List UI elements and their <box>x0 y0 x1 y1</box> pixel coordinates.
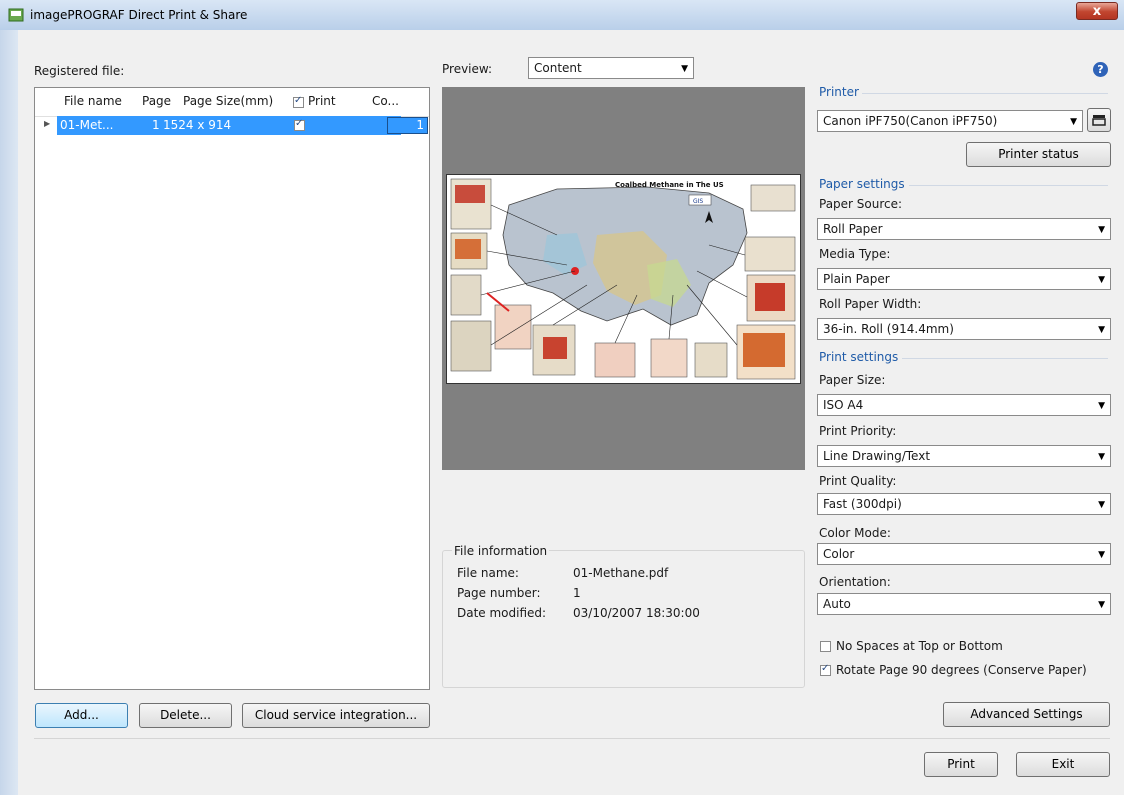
page-cell: 1 <box>152 118 160 132</box>
section-divider <box>862 93 1108 94</box>
list-header: File name Page Page Size(mm) Print Co... <box>35 88 429 117</box>
section-divider <box>909 185 1108 186</box>
svg-text:GIS: GIS <box>693 198 703 205</box>
roll-paper-width-select[interactable]: 36-in. Roll (914.4mm) ▼ <box>817 318 1111 340</box>
rotate-page-label[interactable]: Rotate Page 90 degrees (Conserve Paper) <box>836 663 1087 677</box>
print-quality-label: Print Quality: <box>819 474 897 488</box>
preview-mode-select[interactable]: Content ▼ <box>528 57 694 79</box>
color-mode-value: Color <box>823 547 855 561</box>
chevron-down-icon: ▼ <box>1098 325 1105 335</box>
paper-size-select[interactable]: ISO A4 ▼ <box>817 394 1111 416</box>
window-frame-left <box>0 30 18 795</box>
print-quality-select[interactable]: Fast (300dpi) ▼ <box>817 493 1111 515</box>
table-row[interactable]: 01-Met... 1 1524 x 914 1 <box>57 116 428 135</box>
orientation-label: Orientation: <box>819 575 891 589</box>
paper-source-value: Roll Paper <box>823 222 883 236</box>
chevron-down-icon: ▼ <box>1098 600 1105 610</box>
print-all-checkbox[interactable] <box>293 95 304 108</box>
roll-paper-width-label: Roll Paper Width: <box>819 297 922 311</box>
print-button[interactable]: Print <box>924 752 998 777</box>
printer-section-title: Printer <box>819 85 859 99</box>
preview-map-image: Coalbed Methane in The US GIS <box>446 174 801 384</box>
column-page-size[interactable]: Page Size(mm) <box>183 94 273 108</box>
page-number-label: Page number: <box>457 586 541 600</box>
print-priority-label: Print Priority: <box>819 424 897 438</box>
column-print[interactable]: Print <box>308 94 336 108</box>
row-expand-icon[interactable]: ▶ <box>44 119 50 128</box>
chevron-down-icon: ▼ <box>681 64 688 74</box>
paper-settings-section-title: Paper settings <box>819 177 905 191</box>
page-size-cell: 1524 x 914 <box>163 118 232 132</box>
row-print-checkbox[interactable] <box>294 118 305 131</box>
page-number-value: 1 <box>573 586 581 600</box>
chevron-down-icon: ▼ <box>1098 401 1105 411</box>
print-priority-select[interactable]: Line Drawing/Text ▼ <box>817 445 1111 467</box>
copies-field[interactable]: 1 <box>387 117 428 134</box>
print-settings-section-title: Print settings <box>819 350 899 364</box>
delete-button[interactable]: Delete... <box>139 703 232 728</box>
media-type-select[interactable]: Plain Paper ▼ <box>817 268 1111 290</box>
chevron-down-icon: ▼ <box>1098 225 1105 235</box>
roll-paper-width-value: 36-in. Roll (914.4mm) <box>823 322 954 336</box>
add-button[interactable]: Add... <box>35 703 128 728</box>
rotate-page-checkbox[interactable] <box>820 663 831 676</box>
no-spaces-checkbox[interactable] <box>820 641 831 652</box>
title-bar: imagePROGRAF Direct Print & Share <box>0 0 1124 31</box>
close-button[interactable]: x <box>1076 2 1118 20</box>
paper-size-value: ISO A4 <box>823 398 864 412</box>
no-spaces-label[interactable]: No Spaces at Top or Bottom <box>836 639 1003 653</box>
cloud-service-button[interactable]: Cloud service integration... <box>242 703 430 728</box>
window-title: imagePROGRAF Direct Print & Share <box>30 8 248 22</box>
registered-file-label: Registered file: <box>34 64 125 78</box>
printer-status-button[interactable]: Printer status <box>966 142 1111 167</box>
file-information-title: File information <box>452 544 550 558</box>
media-type-label: Media Type: <box>819 247 891 261</box>
footer-divider <box>34 738 1110 739</box>
advanced-settings-button[interactable]: Advanced Settings <box>943 702 1110 727</box>
file-name-label: File name: <box>457 566 519 580</box>
printer-value: Canon iPF750(Canon iPF750) <box>823 114 998 128</box>
printer-properties-button[interactable] <box>1087 108 1111 132</box>
media-type-value: Plain Paper <box>823 272 890 286</box>
chevron-down-icon: ▼ <box>1098 452 1105 462</box>
app-icon <box>8 8 24 22</box>
column-file-name[interactable]: File name <box>64 94 122 108</box>
registered-file-list[interactable]: File name Page Page Size(mm) Print Co...… <box>34 87 430 690</box>
orientation-select[interactable]: Auto ▼ <box>817 593 1111 615</box>
date-modified-label: Date modified: <box>457 606 547 620</box>
column-page[interactable]: Page <box>142 94 171 108</box>
file-name-value: 01-Methane.pdf <box>573 566 669 580</box>
exit-button[interactable]: Exit <box>1016 752 1110 777</box>
chevron-down-icon: ▼ <box>1098 550 1105 560</box>
preview-mode-value: Content <box>534 61 582 75</box>
help-icon[interactable]: ? <box>1093 62 1108 77</box>
print-quality-value: Fast (300dpi) <box>823 497 902 511</box>
paper-size-label: Paper Size: <box>819 373 886 387</box>
chevron-down-icon: ▼ <box>1070 117 1077 127</box>
map-title: Coalbed Methane in The US <box>615 181 724 189</box>
color-mode-select[interactable]: Color ▼ <box>817 543 1111 565</box>
preview-label: Preview: <box>442 62 493 76</box>
column-copies[interactable]: Co... <box>372 94 399 108</box>
printer-select[interactable]: Canon iPF750(Canon iPF750) ▼ <box>817 110 1083 132</box>
paper-source-label: Paper Source: <box>819 197 903 211</box>
chevron-down-icon: ▼ <box>1098 500 1105 510</box>
chevron-down-icon: ▼ <box>1098 275 1105 285</box>
paper-source-select[interactable]: Roll Paper ▼ <box>817 218 1111 240</box>
section-divider <box>902 358 1108 359</box>
orientation-value: Auto <box>823 597 851 611</box>
color-mode-label: Color Mode: <box>819 526 891 540</box>
print-priority-value: Line Drawing/Text <box>823 449 931 463</box>
date-modified-value: 03/10/2007 18:30:00 <box>573 606 700 620</box>
printer-icon <box>1092 115 1106 126</box>
file-name-cell: 01-Met... <box>60 118 114 132</box>
